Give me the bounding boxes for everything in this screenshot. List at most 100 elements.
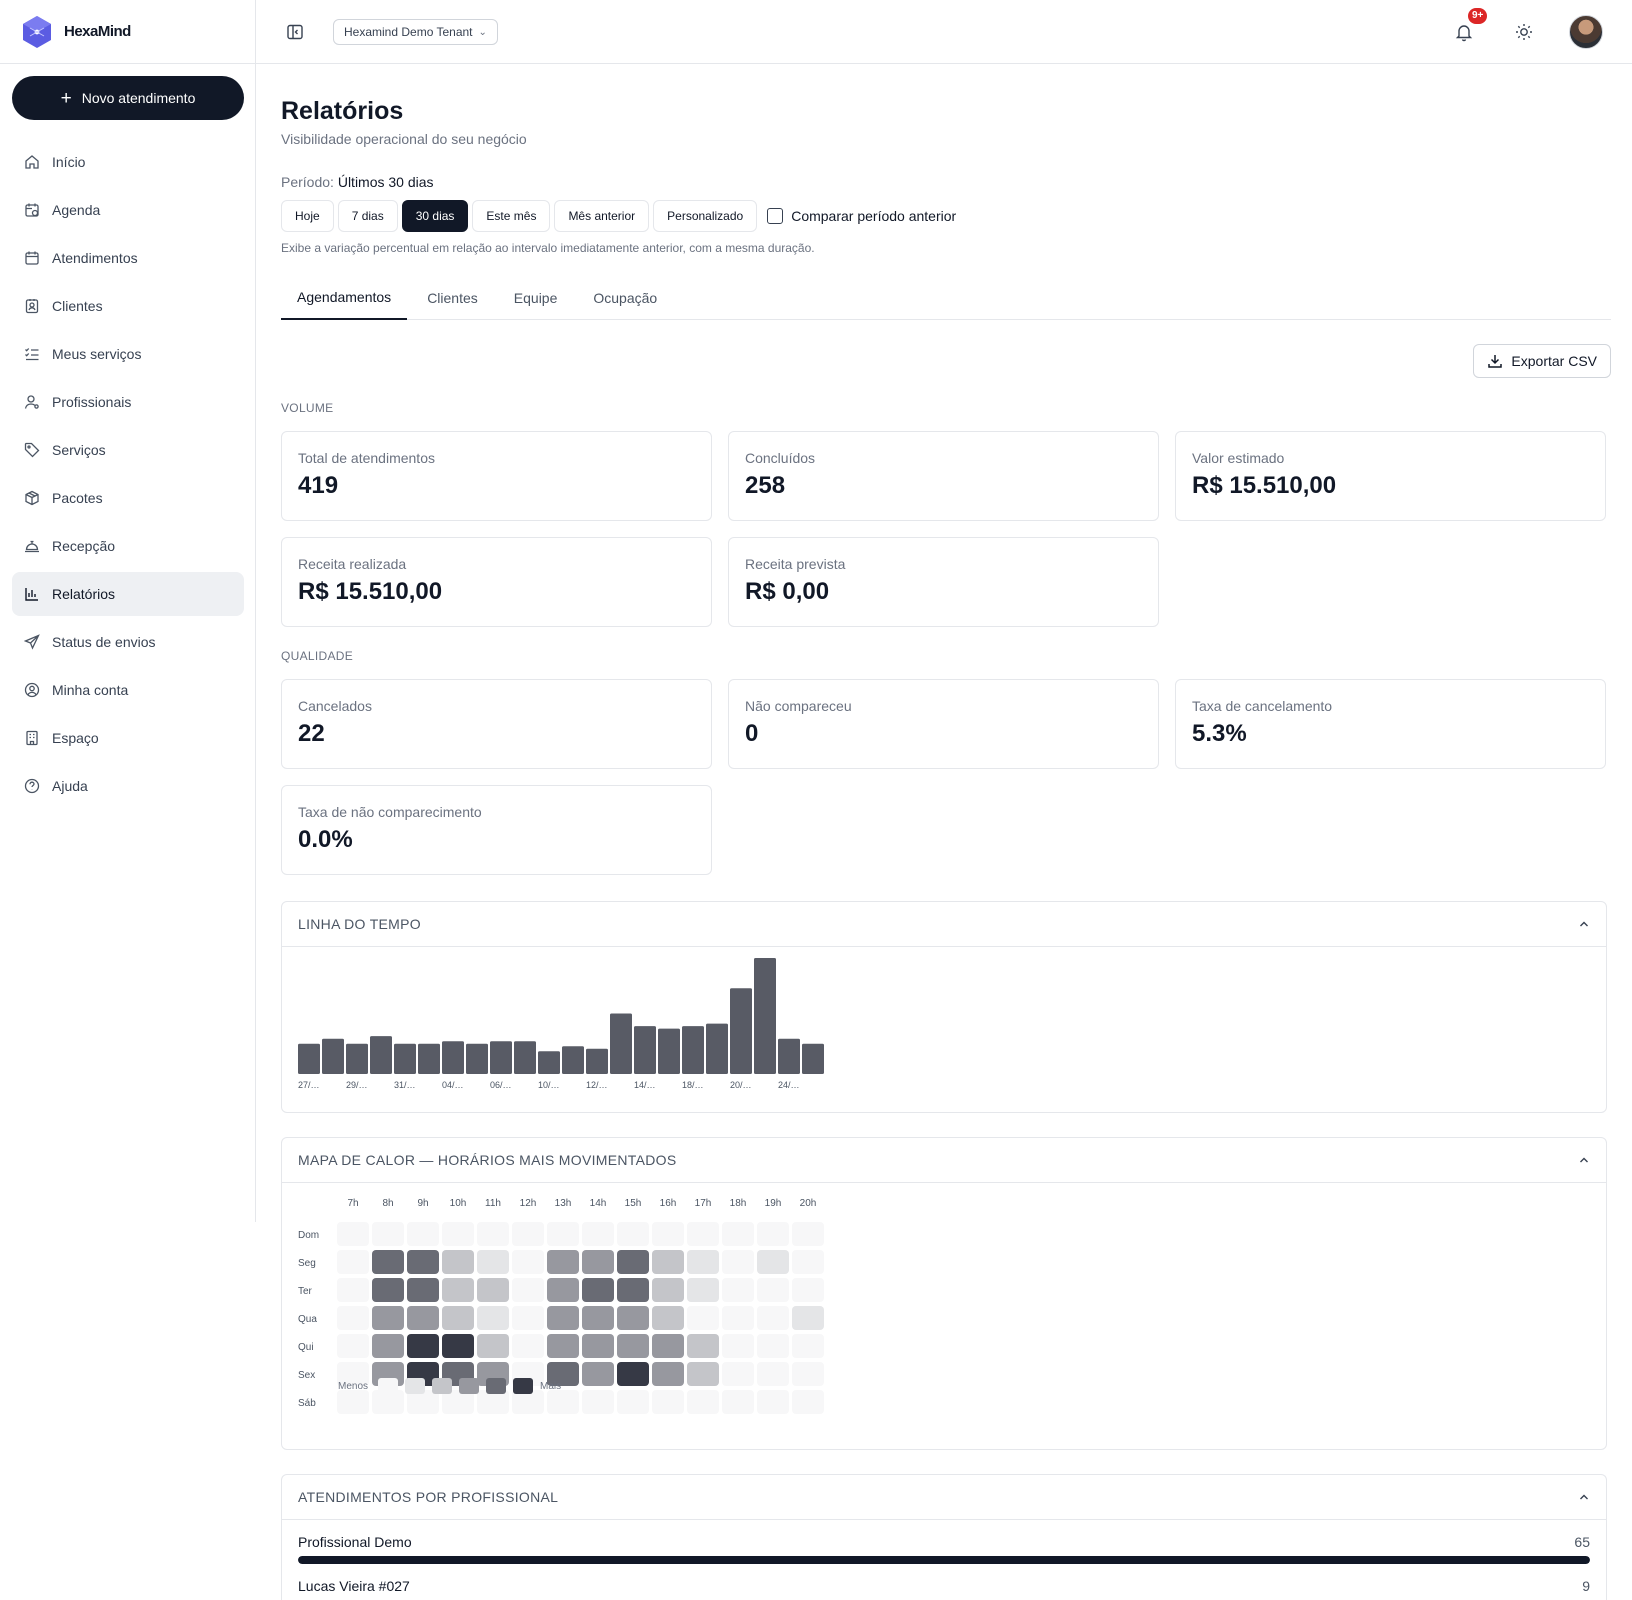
heatmap-cell[interactable] — [372, 1334, 404, 1358]
heatmap-cell[interactable] — [792, 1306, 824, 1330]
heatmap-cell[interactable] — [792, 1334, 824, 1358]
sidebar-item-profissionais[interactable]: Profissionais — [12, 380, 244, 424]
heatmap-cell[interactable] — [442, 1278, 474, 1302]
heatmap-cell[interactable] — [512, 1222, 544, 1246]
sidebar-item-servicos[interactable]: Serviços — [12, 428, 244, 472]
timeline-bar[interactable] — [394, 1043, 416, 1074]
heatmap-cell[interactable] — [582, 1334, 614, 1358]
heatmap-cell[interactable] — [722, 1362, 754, 1386]
heatmap-cell[interactable] — [582, 1362, 614, 1386]
heatmap-cell[interactable] — [617, 1390, 649, 1414]
timeline-bar[interactable] — [658, 1028, 680, 1074]
heatmap-cell[interactable] — [512, 1278, 544, 1302]
user-avatar[interactable] — [1569, 15, 1603, 49]
heatmap-cell[interactable] — [617, 1334, 649, 1358]
compare-previous-toggle[interactable]: Comparar período anterior — [767, 208, 956, 224]
heatmap-cell[interactable] — [547, 1250, 579, 1274]
timeline-bar[interactable] — [730, 988, 752, 1074]
heatmap-cell[interactable] — [617, 1222, 649, 1246]
heatmap-cell[interactable] — [757, 1250, 789, 1274]
heatmap-cell[interactable] — [687, 1250, 719, 1274]
sidebar-item-meus-servicos[interactable]: Meus serviços — [12, 332, 244, 376]
chevron-up-icon[interactable] — [1578, 1491, 1590, 1503]
timeline-bar[interactable] — [370, 1036, 392, 1074]
heatmap-cell[interactable] — [372, 1222, 404, 1246]
heatmap-cell[interactable] — [757, 1222, 789, 1246]
heatmap-cell[interactable] — [722, 1390, 754, 1414]
heatmap-cell[interactable] — [722, 1222, 754, 1246]
heatmap-cell[interactable] — [512, 1334, 544, 1358]
heatmap-cell[interactable] — [407, 1334, 439, 1358]
heatmap-cell[interactable] — [372, 1278, 404, 1302]
heatmap-cell[interactable] — [617, 1278, 649, 1302]
heatmap-cell[interactable] — [792, 1250, 824, 1274]
heatmap-cell[interactable] — [407, 1306, 439, 1330]
heatmap-cell[interactable] — [652, 1278, 684, 1302]
heatmap-cell[interactable] — [652, 1306, 684, 1330]
heatmap-cell[interactable] — [477, 1334, 509, 1358]
heatmap-cell[interactable] — [652, 1390, 684, 1414]
heatmap-cell[interactable] — [407, 1278, 439, 1302]
heatmap-cell[interactable] — [617, 1250, 649, 1274]
heatmap-cell[interactable] — [442, 1222, 474, 1246]
heatmap-cell[interactable] — [477, 1306, 509, 1330]
timeline-bar[interactable] — [490, 1041, 512, 1074]
timeline-bar[interactable] — [322, 1038, 344, 1074]
heatmap-cell[interactable] — [687, 1222, 719, 1246]
heatmap-cell[interactable] — [582, 1390, 614, 1414]
heatmap-cell[interactable] — [652, 1222, 684, 1246]
heatmap-cell[interactable] — [337, 1250, 369, 1274]
timeline-bar[interactable] — [418, 1043, 440, 1074]
timeline-bar[interactable] — [802, 1043, 824, 1074]
heatmap-cell[interactable] — [547, 1306, 579, 1330]
sidebar-item-atendimentos[interactable]: Atendimentos — [12, 236, 244, 280]
sidebar-toggle-icon[interactable] — [286, 23, 304, 41]
heatmap-cell[interactable] — [547, 1222, 579, 1246]
export-csv-button[interactable]: Exportar CSV — [1473, 344, 1611, 378]
heatmap-cell[interactable] — [442, 1334, 474, 1358]
heatmap-cell[interactable] — [337, 1278, 369, 1302]
timeline-panel-header[interactable]: LINHA DO TEMPO — [282, 902, 1606, 947]
period-button-mes-anterior[interactable]: Mês anterior — [554, 200, 650, 232]
heatmap-cell[interactable] — [617, 1306, 649, 1330]
brand[interactable]: HexaMind — [0, 0, 255, 64]
tab-equipe[interactable]: Equipe — [498, 276, 574, 320]
sidebar-item-minha-conta[interactable]: Minha conta — [12, 668, 244, 712]
heatmap-cell[interactable] — [757, 1306, 789, 1330]
timeline-bar[interactable] — [466, 1043, 488, 1074]
heatmap-cell[interactable] — [372, 1306, 404, 1330]
heatmap-cell[interactable] — [757, 1362, 789, 1386]
heatmap-cell[interactable] — [547, 1334, 579, 1358]
heatmap-cell[interactable] — [652, 1362, 684, 1386]
heatmap-cell[interactable] — [337, 1334, 369, 1358]
heatmap-cell[interactable] — [687, 1278, 719, 1302]
heatmap-cell[interactable] — [792, 1222, 824, 1246]
heatmap-cell[interactable] — [687, 1390, 719, 1414]
heatmap-cell[interactable] — [792, 1278, 824, 1302]
timeline-bar[interactable] — [610, 1013, 632, 1074]
chevron-up-icon[interactable] — [1578, 1154, 1590, 1166]
period-button-personalizado[interactable]: Personalizado — [653, 200, 758, 232]
sidebar-item-relatorios[interactable]: Relatórios — [12, 572, 244, 616]
sidebar-item-clientes[interactable]: Clientes — [12, 284, 244, 328]
compare-checkbox[interactable] — [767, 208, 784, 224]
sidebar-item-pacotes[interactable]: Pacotes — [12, 476, 244, 520]
tab-agendamentos[interactable]: Agendamentos — [281, 276, 408, 320]
sidebar-item-inicio[interactable]: Início — [12, 140, 244, 184]
timeline-bar[interactable] — [538, 1051, 560, 1074]
heatmap-cell[interactable] — [792, 1390, 824, 1414]
heatmap-cell[interactable] — [652, 1334, 684, 1358]
heatmap-cell[interactable] — [582, 1278, 614, 1302]
timeline-bar[interactable] — [562, 1046, 584, 1074]
heatmap-cell[interactable] — [722, 1250, 754, 1274]
period-button-hoje[interactable]: Hoje — [281, 200, 334, 232]
heatmap-panel-header[interactable]: MAPA DE CALOR — HORÁRIOS MAIS MOVIMENTAD… — [282, 1138, 1606, 1183]
heatmap-cell[interactable] — [547, 1278, 579, 1302]
heatmap-cell[interactable] — [372, 1250, 404, 1274]
heatmap-cell[interactable] — [687, 1362, 719, 1386]
heatmap-cell[interactable] — [512, 1250, 544, 1274]
sidebar-item-agenda[interactable]: Agenda — [12, 188, 244, 232]
sidebar-item-status-de-envios[interactable]: Status de envios — [12, 620, 244, 664]
timeline-bar[interactable] — [442, 1041, 464, 1074]
heatmap-cell[interactable] — [407, 1222, 439, 1246]
